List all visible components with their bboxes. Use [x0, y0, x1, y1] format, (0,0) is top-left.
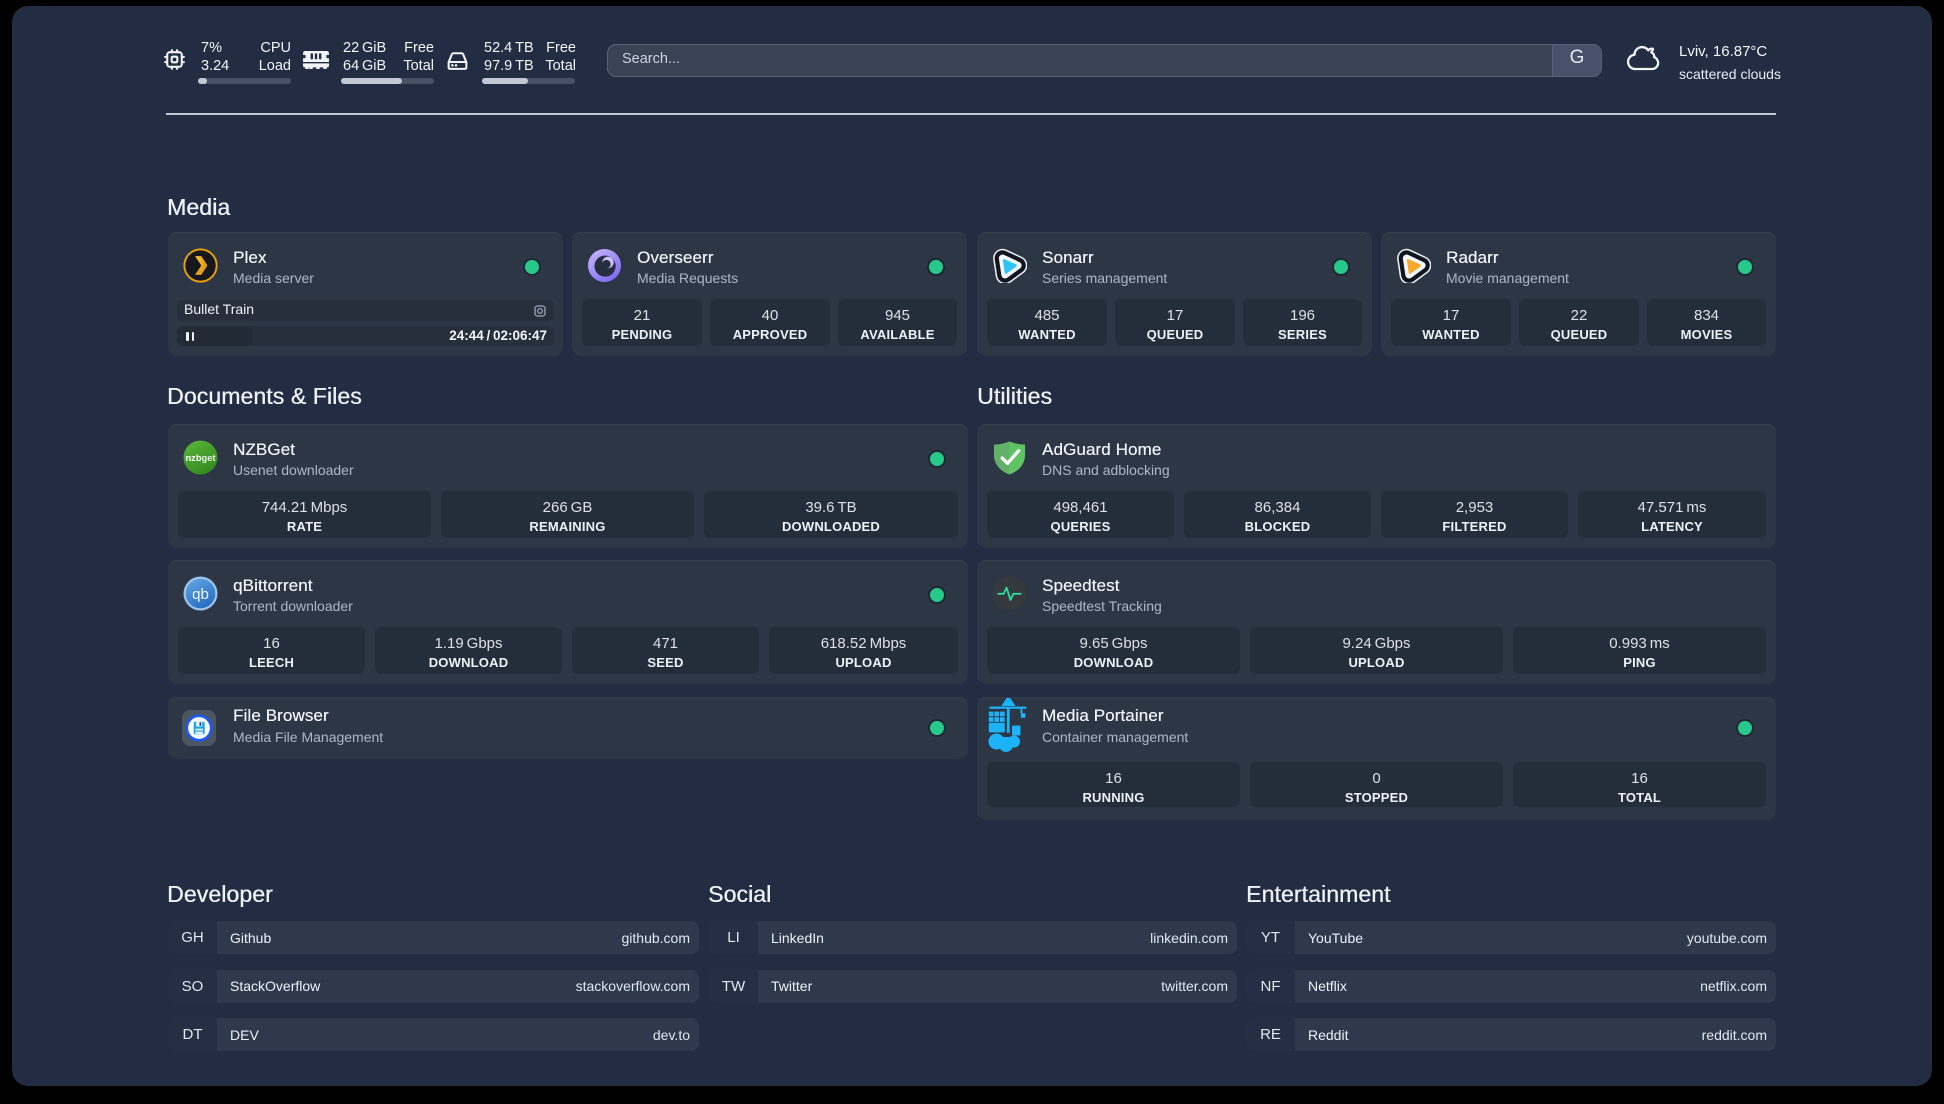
svg-text:qb: qb — [192, 586, 209, 603]
svg-text:nzbget: nzbget — [185, 453, 215, 463]
